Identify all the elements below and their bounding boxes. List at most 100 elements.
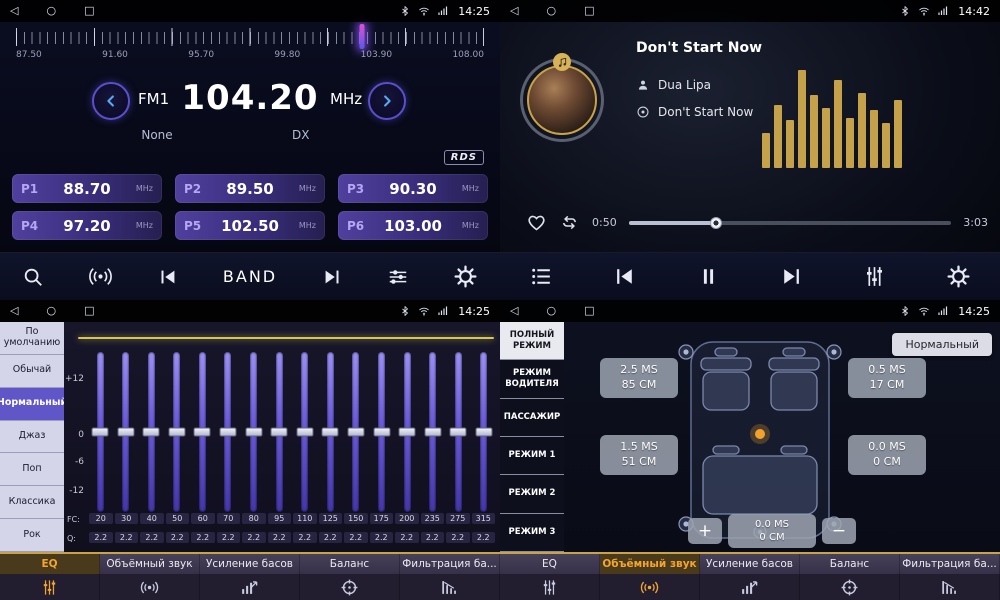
eq-band-slider[interactable]	[318, 352, 342, 512]
tuning-pointer[interactable]	[360, 24, 365, 49]
eq-slider-handle[interactable]	[399, 428, 416, 437]
next-track-icon[interactable]	[779, 264, 804, 289]
tune-up-button[interactable]	[368, 82, 406, 120]
eq-slider-handle[interactable]	[424, 428, 441, 437]
nav-recents-icon[interactable]: □	[84, 0, 94, 22]
preset-button-6[interactable]: P6 103.00 MHz	[338, 211, 488, 240]
eq-slider-handle[interactable]	[373, 428, 390, 437]
tab-filter[interactable]: Фильтрация ба...	[900, 554, 1000, 574]
search-icon[interactable]	[22, 266, 44, 288]
eq-slider-handle[interactable]	[117, 428, 134, 437]
eq-preset-default[interactable]: По умолчанию	[0, 322, 64, 355]
eq-slider-handle[interactable]	[194, 428, 211, 437]
tab-eq[interactable]: EQ	[500, 554, 600, 574]
delay-rear-left[interactable]: 1.5 MS 51 CM	[600, 435, 678, 475]
pause-icon[interactable]	[696, 264, 721, 289]
eq-band-slider[interactable]	[472, 352, 496, 512]
nav-home-icon[interactable]: ○	[546, 300, 556, 322]
progress-knob[interactable]	[710, 217, 722, 229]
eq-band-slider[interactable]	[293, 352, 317, 512]
mode-1[interactable]: РЕЖИМ 1	[500, 437, 564, 475]
eq-preset-normal[interactable]: Нормальный	[0, 388, 64, 421]
tab-balance-button[interactable]	[800, 574, 900, 600]
eq-band-slider[interactable]	[88, 352, 112, 512]
tab-eq-button[interactable]	[500, 574, 600, 600]
eq-slider-handle[interactable]	[450, 428, 467, 437]
tab-surround-button[interactable]	[100, 574, 200, 600]
tab-filter-button[interactable]	[900, 574, 1000, 600]
tab-filter-button[interactable]	[400, 574, 500, 600]
tab-balance[interactable]: Баланс	[300, 554, 400, 574]
eq-preset-jazz[interactable]: Джаз	[0, 421, 64, 454]
tab-surround[interactable]: Объёмный звук	[100, 554, 200, 574]
nav-recents-icon[interactable]: □	[84, 300, 94, 322]
eq-preset-custom[interactable]: Обычай	[0, 355, 64, 388]
nav-recents-icon[interactable]: □	[584, 0, 594, 22]
tab-bass-boost-button[interactable]	[700, 574, 800, 600]
eq-preset-pop[interactable]: Поп	[0, 453, 64, 486]
eq-slider-handle[interactable]	[168, 428, 185, 437]
frequency-ruler[interactable]: 87.50 91.60 95.70 99.80 103.90 108.00	[16, 26, 484, 78]
tab-eq-button[interactable]	[0, 574, 100, 600]
nav-back-icon[interactable]: ◁	[10, 0, 18, 22]
delay-front-right[interactable]: 0.5 MS 17 CM	[848, 358, 926, 398]
tab-balance[interactable]: Баланс	[800, 554, 900, 574]
eq-slider-handle[interactable]	[475, 428, 492, 437]
nav-home-icon[interactable]: ○	[46, 0, 56, 22]
previous-track-icon[interactable]	[612, 264, 637, 289]
eq-slider-handle[interactable]	[92, 428, 109, 437]
nav-recents-icon[interactable]: □	[584, 300, 594, 322]
tab-filter[interactable]: Фильтрация ба...	[400, 554, 500, 574]
band-button[interactable]: BAND	[223, 267, 277, 286]
eq-band-slider[interactable]	[267, 352, 291, 512]
eq-preset-classic[interactable]: Классика	[0, 486, 64, 519]
preset-button-1[interactable]: P1 88.70 MHz	[12, 174, 162, 203]
mode-full[interactable]: ПОЛНЫЙ РЕЖИМ	[500, 322, 564, 360]
mode-passenger[interactable]: ПАССАЖИР	[500, 399, 564, 437]
eq-slider-handle[interactable]	[219, 428, 236, 437]
eq-band-slider[interactable]	[344, 352, 368, 512]
tab-bass-boost[interactable]: Усиление басов	[200, 554, 300, 574]
repeat-icon[interactable]	[559, 212, 580, 233]
preset-button-4[interactable]: P4 97.20 MHz	[12, 211, 162, 240]
nav-back-icon[interactable]: ◁	[10, 300, 18, 322]
preset-button-2[interactable]: P2 89.50 MHz	[175, 174, 325, 203]
eq-band-slider[interactable]	[216, 352, 240, 512]
audio-settings-icon[interactable]	[387, 266, 409, 288]
eq-slider-handle[interactable]	[322, 428, 339, 437]
eq-band-slider[interactable]	[114, 352, 138, 512]
tab-bass-boost[interactable]: Усиление басов	[700, 554, 800, 574]
eq-band-slider[interactable]	[242, 352, 266, 512]
scan-stations-icon[interactable]	[88, 264, 113, 289]
previous-station-icon[interactable]	[157, 266, 179, 288]
eq-band-slider[interactable]	[370, 352, 394, 512]
tab-surround-button[interactable]	[600, 574, 700, 600]
album-art[interactable]	[520, 58, 604, 142]
eq-band-slider[interactable]	[446, 352, 470, 512]
eq-band-slider[interactable]	[421, 352, 445, 512]
nav-home-icon[interactable]: ○	[546, 0, 556, 22]
eq-band-slider[interactable]	[395, 352, 419, 512]
eq-slider-handle[interactable]	[143, 428, 160, 437]
tab-bass-boost-button[interactable]	[200, 574, 300, 600]
delay-decrease-button[interactable]: −	[822, 518, 856, 544]
delay-front-left[interactable]: 2.5 MS 85 CM	[600, 358, 678, 398]
eq-sliders-icon[interactable]	[862, 264, 887, 289]
eq-preset-rock[interactable]: Рок	[0, 519, 64, 552]
eq-band-slider[interactable]	[165, 352, 189, 512]
tab-eq[interactable]: EQ	[0, 554, 100, 574]
delay-increase-button[interactable]: +	[688, 518, 722, 544]
eq-slider-handle[interactable]	[245, 428, 262, 437]
delay-rear-right[interactable]: 0.0 MS 0 CM	[848, 435, 926, 475]
mode-3[interactable]: РЕЖИМ 3	[500, 514, 564, 552]
next-station-icon[interactable]	[321, 266, 343, 288]
preset-button-3[interactable]: P3 90.30 MHz	[338, 174, 488, 203]
playlist-icon[interactable]	[529, 264, 554, 289]
preset-button-5[interactable]: P5 102.50 MHz	[175, 211, 325, 240]
nav-back-icon[interactable]: ◁	[510, 300, 518, 322]
seek-bar[interactable]	[629, 221, 952, 225]
nav-home-icon[interactable]: ○	[46, 300, 56, 322]
eq-slider-handle[interactable]	[347, 428, 364, 437]
tab-balance-button[interactable]	[300, 574, 400, 600]
gear-icon[interactable]	[946, 264, 971, 289]
